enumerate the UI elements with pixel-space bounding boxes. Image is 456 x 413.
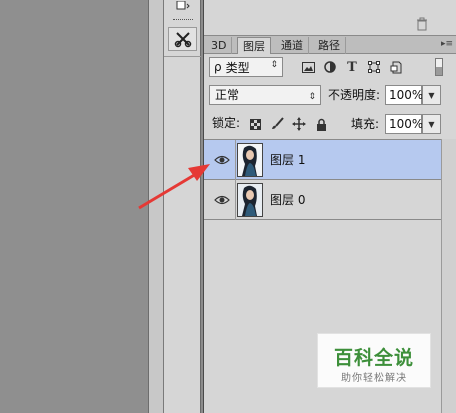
- row-divider: [235, 180, 236, 220]
- layer-filter-row: ρ 类型 ⇕ T: [204, 56, 456, 80]
- fill-label: 填充:: [351, 117, 380, 131]
- tab-paths[interactable]: 路径: [313, 37, 346, 54]
- layer-row[interactable]: 图层 0: [204, 180, 441, 220]
- lock-label: 锁定:: [212, 116, 241, 130]
- layer-name[interactable]: 图层 0: [270, 191, 305, 208]
- chevron-down-icon: ▼: [428, 90, 435, 100]
- layers-scrollbar[interactable]: [441, 139, 456, 413]
- tab-layers[interactable]: 图层: [237, 37, 271, 54]
- fill-dropdown-button[interactable]: ▼: [422, 114, 441, 134]
- tool-presets-button[interactable]: [168, 27, 197, 51]
- opacity-input[interactable]: 100%: [385, 85, 423, 105]
- upper-panel-footer: [204, 0, 456, 36]
- chevron-updown-icon: ⇕: [270, 60, 278, 70]
- opacity-dropdown-button[interactable]: ▼: [422, 85, 441, 105]
- blend-row: 正常 ⇕ 不透明度: 100% ▼: [204, 84, 456, 108]
- trash-icon[interactable]: [415, 17, 429, 31]
- canvas-scroll-strip[interactable]: [148, 0, 164, 413]
- shape-filter-icon[interactable]: [367, 60, 381, 74]
- filter-kind-label: 类型: [225, 60, 250, 75]
- strip-divider: [164, 56, 201, 57]
- blend-mode-select[interactable]: 正常 ⇕: [209, 85, 321, 105]
- watermark-subtitle: 助你轻松解决: [341, 373, 407, 384]
- lock-row: 锁定: 填充: 100% ▼: [204, 113, 456, 137]
- watermark-title: 百科全说: [333, 347, 414, 369]
- chevron-down-icon: ▼: [428, 119, 435, 129]
- image-filter-icon[interactable]: [301, 60, 315, 74]
- history-icon: [176, 1, 190, 10]
- panel-grip[interactable]: [173, 19, 193, 21]
- fill-input[interactable]: 100%: [385, 114, 423, 134]
- lock-transparency-icon[interactable]: [248, 117, 262, 131]
- layer-name[interactable]: 图层 1: [270, 151, 305, 168]
- watermark-logo: 百科全说 助你轻松解决: [317, 333, 431, 388]
- adjustment-filter-icon[interactable]: [323, 60, 337, 74]
- layer-thumbnail[interactable]: [237, 183, 263, 217]
- search-icon: ρ: [214, 60, 222, 74]
- type-filter-icon[interactable]: T: [345, 60, 359, 75]
- row-divider: [235, 140, 236, 180]
- layer-thumbnail[interactable]: [237, 143, 263, 177]
- tab-channels[interactable]: 通道: [276, 37, 309, 54]
- move-lock-icon[interactable]: [292, 117, 306, 131]
- smart-object-filter-icon[interactable]: [389, 60, 403, 74]
- collapsed-panel-strip: [164, 0, 201, 413]
- eye-icon[interactable]: [214, 153, 230, 167]
- layer-row[interactable]: 图层 1: [204, 140, 441, 180]
- chevron-updown-icon: ⇕: [308, 92, 316, 102]
- filter-toggle-switch[interactable]: [435, 58, 443, 76]
- panel-menu-icon[interactable]: ▸≡: [441, 39, 453, 49]
- brush-lock-icon[interactable]: [270, 117, 284, 131]
- scissors-tools-icon: [174, 32, 191, 48]
- panel-tabbar: 3D 图层 通道 路径 ▸≡: [204, 36, 456, 54]
- padlock-icon[interactable]: [314, 117, 328, 131]
- filter-kind-select[interactable]: ρ 类型 ⇕: [209, 57, 283, 77]
- blend-mode-value: 正常: [215, 88, 240, 102]
- eye-icon[interactable]: [214, 193, 230, 207]
- tab-3d[interactable]: 3D: [206, 37, 233, 54]
- canvas-area[interactable]: [0, 0, 148, 413]
- panel-icon-button[interactable]: [168, 0, 197, 12]
- opacity-label: 不透明度:: [328, 88, 381, 102]
